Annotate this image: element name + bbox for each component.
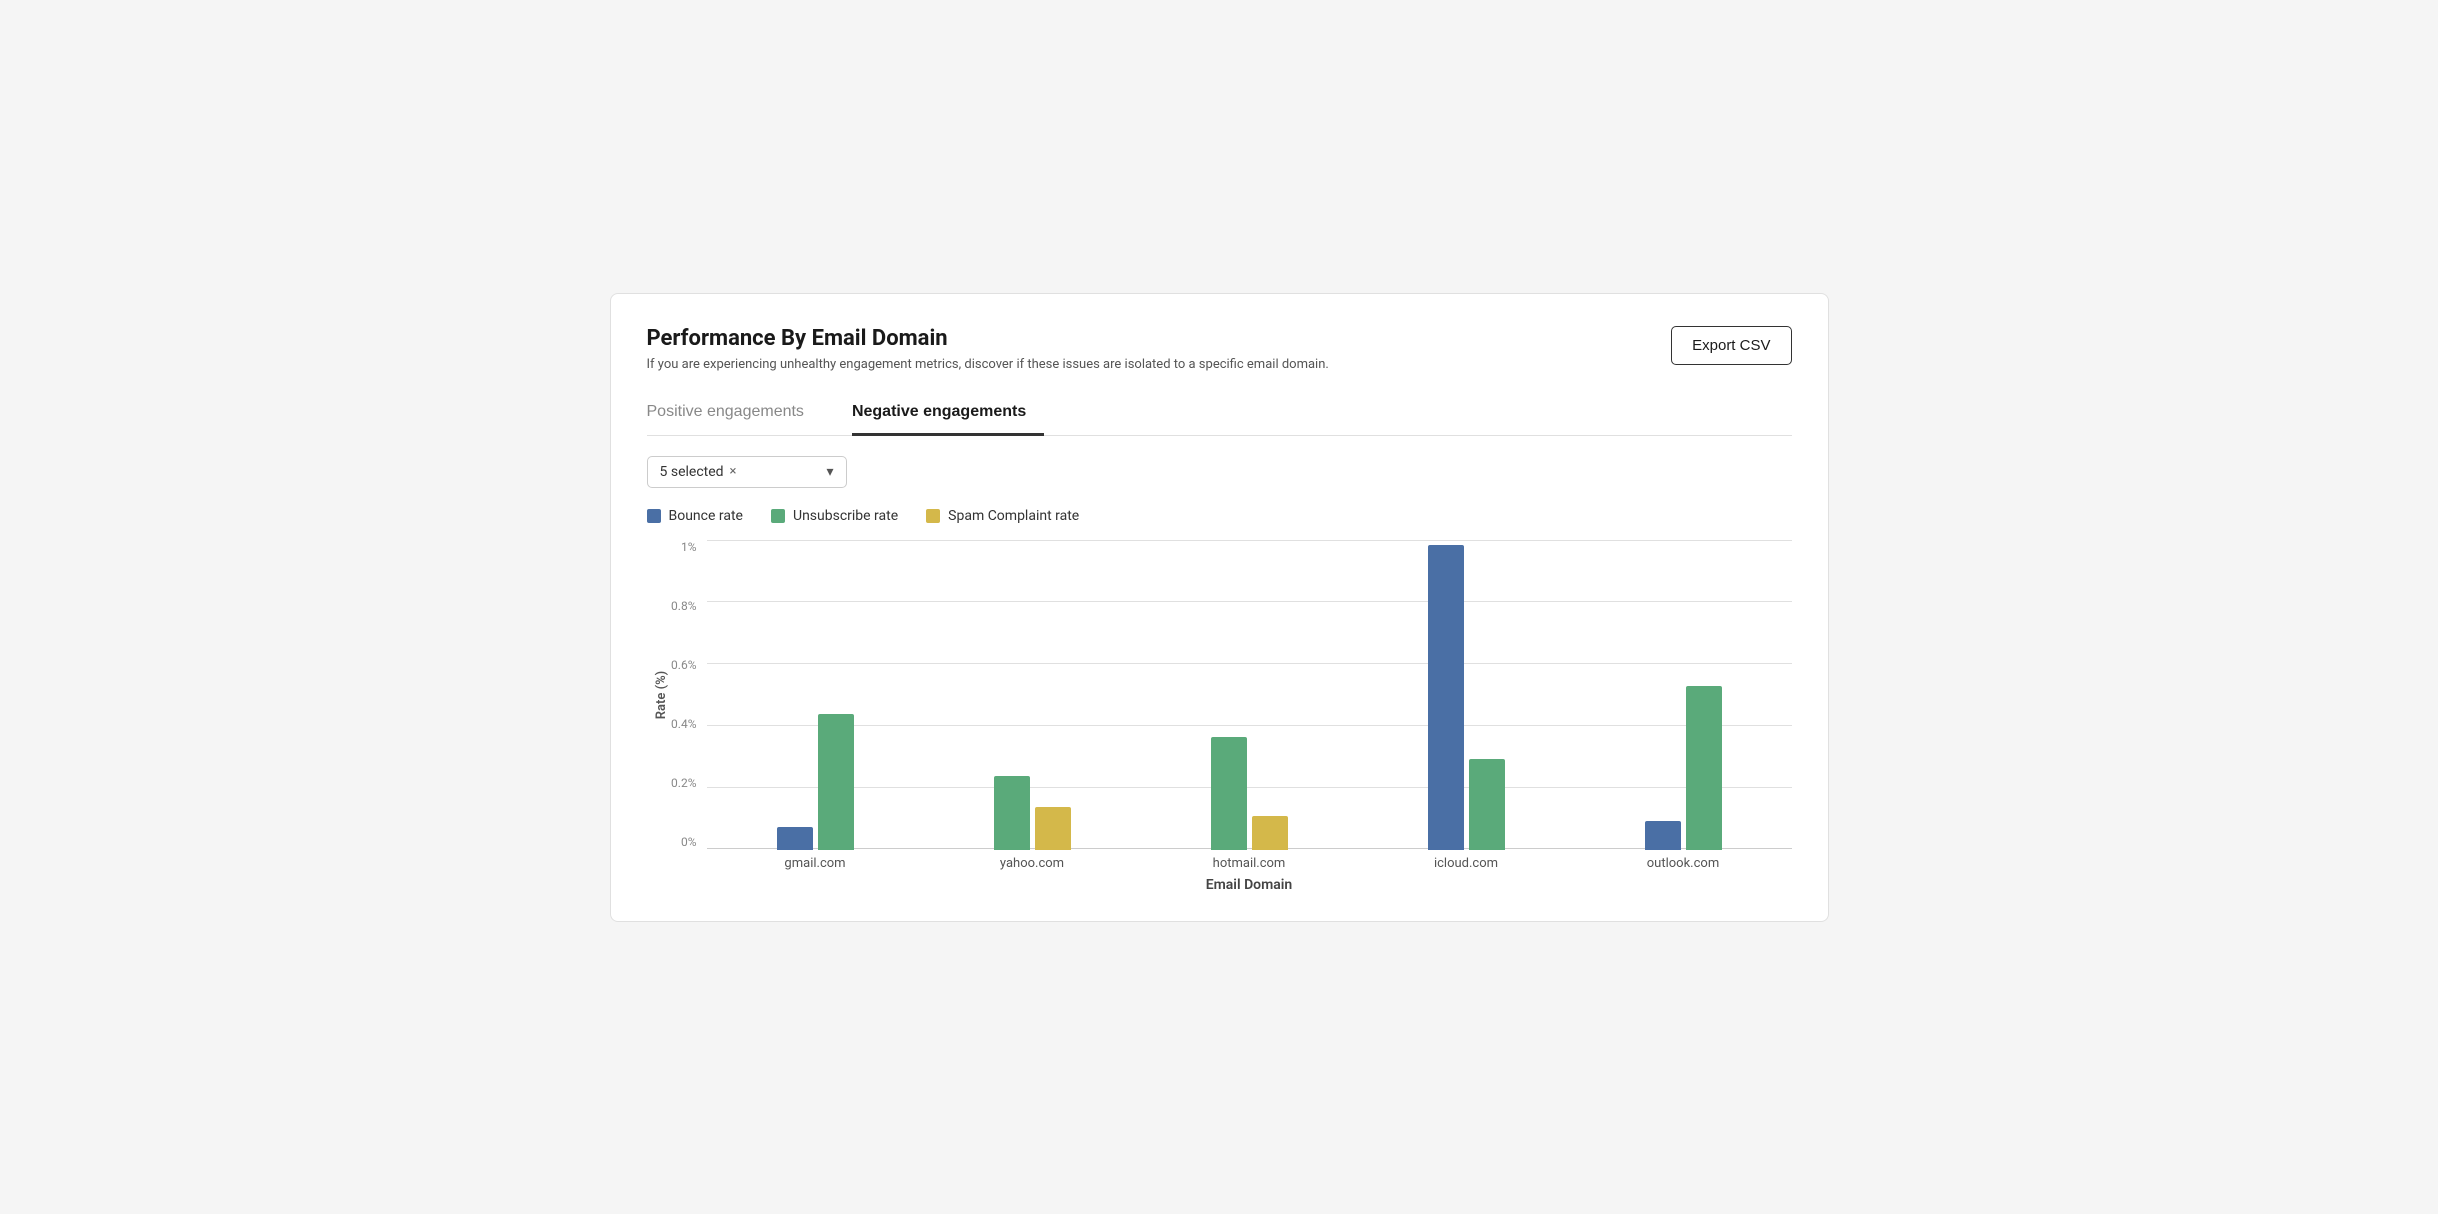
spam-rate-color [926,509,940,523]
filter-label: 5 selected × [660,464,737,480]
y-axis-rotated-label: Rate (%) [653,670,668,719]
legend-spam-rate-label: Spam Complaint rate [948,508,1079,524]
x-label-hotmail: hotmail.com [1141,856,1358,871]
filter-row: 5 selected × ▾ [647,456,1792,488]
x-axis-labels: gmail.com yahoo.com hotmail.com icloud.c… [647,856,1792,871]
bar-gmail-unsubscribe [818,714,854,849]
bar-outlook-unsubscribe [1686,686,1722,849]
y-tick-06percent: 0.6% [671,658,696,672]
bar-icloud-bounce [1428,545,1464,849]
domain-group-icloud [1358,545,1575,849]
legend-bounce-rate-label: Bounce rate [669,508,743,524]
x-label-gmail: gmail.com [707,856,924,871]
legend-unsubscribe-rate-label: Unsubscribe rate [793,508,898,524]
bar-gmail-bounce [777,827,813,850]
title-block: Performance By Email Domain If you are e… [647,326,1329,372]
bar-icloud-unsubscribe [1469,759,1505,849]
domain-filter-dropdown[interactable]: 5 selected × ▾ [647,456,847,488]
unsubscribe-rate-color [771,509,785,523]
tabs-row: Positive engagements Negative engagement… [647,392,1792,436]
domain-group-gmail [707,714,924,849]
x-label-outlook: outlook.com [1575,856,1792,871]
bar-hotmail-spam [1252,816,1288,850]
tab-negative-engagements[interactable]: Negative engagements [852,393,1044,436]
bar-yahoo-unsubscribe [994,776,1030,849]
filter-selected-count: 5 selected [660,464,724,480]
domain-group-outlook [1575,686,1792,849]
y-tick-0percent: 0% [681,835,697,849]
page-title: Performance By Email Domain [647,326,1329,351]
bar-yahoo-spam [1035,807,1071,849]
legend-bounce-rate: Bounce rate [647,508,743,524]
y-tick-08percent: 0.8% [671,599,696,613]
y-tick-04percent: 0.4% [671,717,696,731]
x-axis-title: Email Domain [647,877,1792,893]
y-tick-1percent: 1% [681,540,697,554]
tab-positive-engagements[interactable]: Positive engagements [647,393,822,436]
legend: Bounce rate Unsubscribe rate Spam Compla… [647,508,1792,524]
bounce-rate-color [647,509,661,523]
export-csv-button[interactable]: Export CSV [1671,326,1791,365]
legend-unsubscribe-rate: Unsubscribe rate [771,508,898,524]
legend-spam-rate: Spam Complaint rate [926,508,1079,524]
x-label-yahoo: yahoo.com [924,856,1141,871]
bars-area [707,540,1792,850]
chevron-down-icon: ▾ [826,464,833,480]
header-row: Performance By Email Domain If you are e… [647,326,1792,372]
x-label-icloud: icloud.com [1358,856,1575,871]
filter-clear-icon[interactable]: × [730,464,737,479]
domain-group-yahoo [924,776,1141,849]
bar-hotmail-unsubscribe [1211,737,1247,850]
y-tick-02percent: 0.2% [671,776,696,790]
domain-group-hotmail [1141,737,1358,850]
bar-outlook-bounce [1645,821,1681,849]
performance-card: Performance By Email Domain If you are e… [610,293,1829,922]
page-subtitle: If you are experiencing unhealthy engage… [647,357,1329,372]
